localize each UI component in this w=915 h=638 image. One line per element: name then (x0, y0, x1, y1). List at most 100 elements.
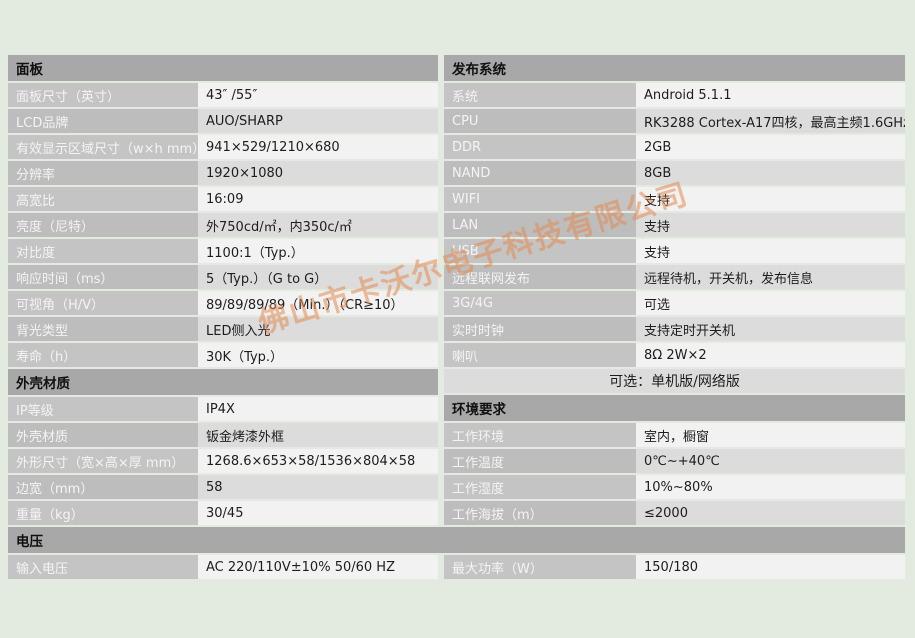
row-value: AUO/SHARP (198, 109, 438, 133)
row-label: 工作湿度 (444, 475, 636, 499)
row-value: 16:09 (198, 187, 438, 211)
row-value: ≤2000 (636, 501, 905, 525)
row-label: 工作温度 (444, 449, 636, 473)
table-row: 喇叭 8Ω 2W×2 (444, 343, 905, 367)
table-row: 寿命（h） 30K（Typ.） (8, 343, 438, 367)
section-header-publishing-system: 发布系统 (444, 55, 905, 81)
row-label: 喇叭 (444, 343, 636, 367)
row-label: 可视角（H/V） (8, 291, 198, 315)
row-label: 最大功率（W） (444, 555, 636, 579)
table-row: 对比度 1100:1（Typ.） (8, 239, 438, 263)
row-value: RK3288 Cortex-A17四核，最高主频1.6GHz (636, 109, 905, 133)
row-value: IP4X (198, 397, 438, 421)
row-value: 1920×1080 (198, 161, 438, 185)
row-value: 89/89/89/89（Min.）（CR≥10） (198, 291, 438, 315)
table-row: 亮度（尼特） 外750cd/㎡，内350c/㎡ (8, 213, 438, 237)
left-spec-table: 面板 面板尺寸（英寸） 43″ /55″ LCD品牌 AUO/SHARP 有效显… (8, 55, 438, 525)
table-row: 工作温度 0℃~+40℃ (444, 449, 905, 473)
voltage-right-table: 最大功率（W） 150/180 (444, 555, 905, 579)
table-row: 工作海拔（m） ≤2000 (444, 501, 905, 525)
row-value: 支持定时开关机 (636, 317, 905, 341)
row-value: 941×529/1210×680 (198, 135, 438, 159)
table-row: LAN 支持 (444, 213, 905, 237)
table-row: 外壳材质 钣金烤漆外框 (8, 423, 438, 447)
table-row: 工作环境 室内，橱窗 (444, 423, 905, 447)
table-row: 输入电压 AC 220/110V±10% 50/60 HZ (8, 555, 438, 579)
right-spec-table: 发布系统 系统 Android 5.1.1 CPU RK3288 Cortex-… (444, 55, 905, 525)
row-label: NAND (444, 161, 636, 185)
row-value: AC 220/110V±10% 50/60 HZ (198, 555, 438, 579)
publishing-system-option-note: 可选：单机版/网络版 (444, 369, 905, 393)
table-row: USB 支持 (444, 239, 905, 263)
row-label: 分辨率 (8, 161, 198, 185)
table-row: NAND 8GB (444, 161, 905, 185)
table-row: 有效显示区域尺寸（w×h mm） 941×529/1210×680 (8, 135, 438, 159)
row-label: 重量（kg） (8, 501, 198, 525)
section-header-housing: 外壳材质 (8, 369, 438, 395)
row-label: 输入电压 (8, 555, 198, 579)
table-row: DDR 2GB (444, 135, 905, 159)
row-label: 面板尺寸（英寸） (8, 83, 198, 107)
table-row: 面板尺寸（英寸） 43″ /55″ (8, 83, 438, 107)
row-value: Android 5.1.1 (636, 83, 905, 107)
table-row: 3G/4G 可选 (444, 291, 905, 315)
row-value: 钣金烤漆外框 (198, 423, 438, 447)
row-label: 高宽比 (8, 187, 198, 211)
row-value: 30/45 (198, 501, 438, 525)
row-label: DDR (444, 135, 636, 159)
row-label: LCD品牌 (8, 109, 198, 133)
row-value: 8GB (636, 161, 905, 185)
row-label: WIFI (444, 187, 636, 211)
row-label: 外壳材质 (8, 423, 198, 447)
table-row: 最大功率（W） 150/180 (444, 555, 905, 579)
table-row: WIFI 支持 (444, 187, 905, 211)
row-value: 30K（Typ.） (198, 343, 438, 367)
row-label: 响应时间（ms） (8, 265, 198, 289)
row-label: 系统 (444, 83, 636, 107)
table-row: 系统 Android 5.1.1 (444, 83, 905, 107)
row-value: 外750cd/㎡，内350c/㎡ (198, 213, 438, 237)
row-label: CPU (444, 109, 636, 133)
table-row: CPU RK3288 Cortex-A17四核，最高主频1.6GHz (444, 109, 905, 133)
section-header-voltage: 电压 (8, 527, 905, 553)
table-row: 远程联网发布 远程待机，开关机，发布信息 (444, 265, 905, 289)
row-value: 58 (198, 475, 438, 499)
table-row: 响应时间（ms） 5（Typ.）（G to G） (8, 265, 438, 289)
row-value: 10%~80% (636, 475, 905, 499)
row-label: 有效显示区域尺寸（w×h mm） (8, 135, 198, 159)
spec-sheet: 面板 面板尺寸（英寸） 43″ /55″ LCD品牌 AUO/SHARP 有效显… (8, 55, 905, 579)
table-row: 分辨率 1920×1080 (8, 161, 438, 185)
table-row: 外形尺寸（宽×高×厚 mm） 1268.6×653×58/1536×804×58 (8, 449, 438, 473)
row-label: 寿命（h） (8, 343, 198, 367)
row-label: 外形尺寸（宽×高×厚 mm） (8, 449, 198, 473)
table-row: 边宽（mm） 58 (8, 475, 438, 499)
row-label: 实时时钟 (444, 317, 636, 341)
row-value: 支持 (636, 213, 905, 237)
table-row: 可视角（H/V） 89/89/89/89（Min.）（CR≥10） (8, 291, 438, 315)
row-label: 背光类型 (8, 317, 198, 341)
row-label: 工作环境 (444, 423, 636, 447)
row-value: 0℃~+40℃ (636, 449, 905, 473)
spec-band-main: 面板 面板尺寸（英寸） 43″ /55″ LCD品牌 AUO/SHARP 有效显… (8, 55, 905, 525)
section-header-panel: 面板 (8, 55, 438, 81)
row-label: 亮度（尼特） (8, 213, 198, 237)
table-row: 高宽比 16:09 (8, 187, 438, 211)
row-value: 远程待机，开关机，发布信息 (636, 265, 905, 289)
row-value: 1100:1（Typ.） (198, 239, 438, 263)
row-value: 1268.6×653×58/1536×804×58 (198, 449, 438, 473)
row-label: IP等级 (8, 397, 198, 421)
row-value: LED侧入光 (198, 317, 438, 341)
row-value: 5（Typ.）（G to G） (198, 265, 438, 289)
table-row: 重量（kg） 30/45 (8, 501, 438, 525)
table-row: 工作湿度 10%~80% (444, 475, 905, 499)
table-row: 实时时钟 支持定时开关机 (444, 317, 905, 341)
row-value: 室内，橱窗 (636, 423, 905, 447)
row-value: 可选 (636, 291, 905, 315)
row-label: 工作海拔（m） (444, 501, 636, 525)
row-value: 150/180 (636, 555, 905, 579)
row-value: 2GB (636, 135, 905, 159)
row-value: 支持 (636, 239, 905, 263)
voltage-left-table: 输入电压 AC 220/110V±10% 50/60 HZ (8, 555, 438, 579)
row-label: 对比度 (8, 239, 198, 263)
row-value: 支持 (636, 187, 905, 211)
